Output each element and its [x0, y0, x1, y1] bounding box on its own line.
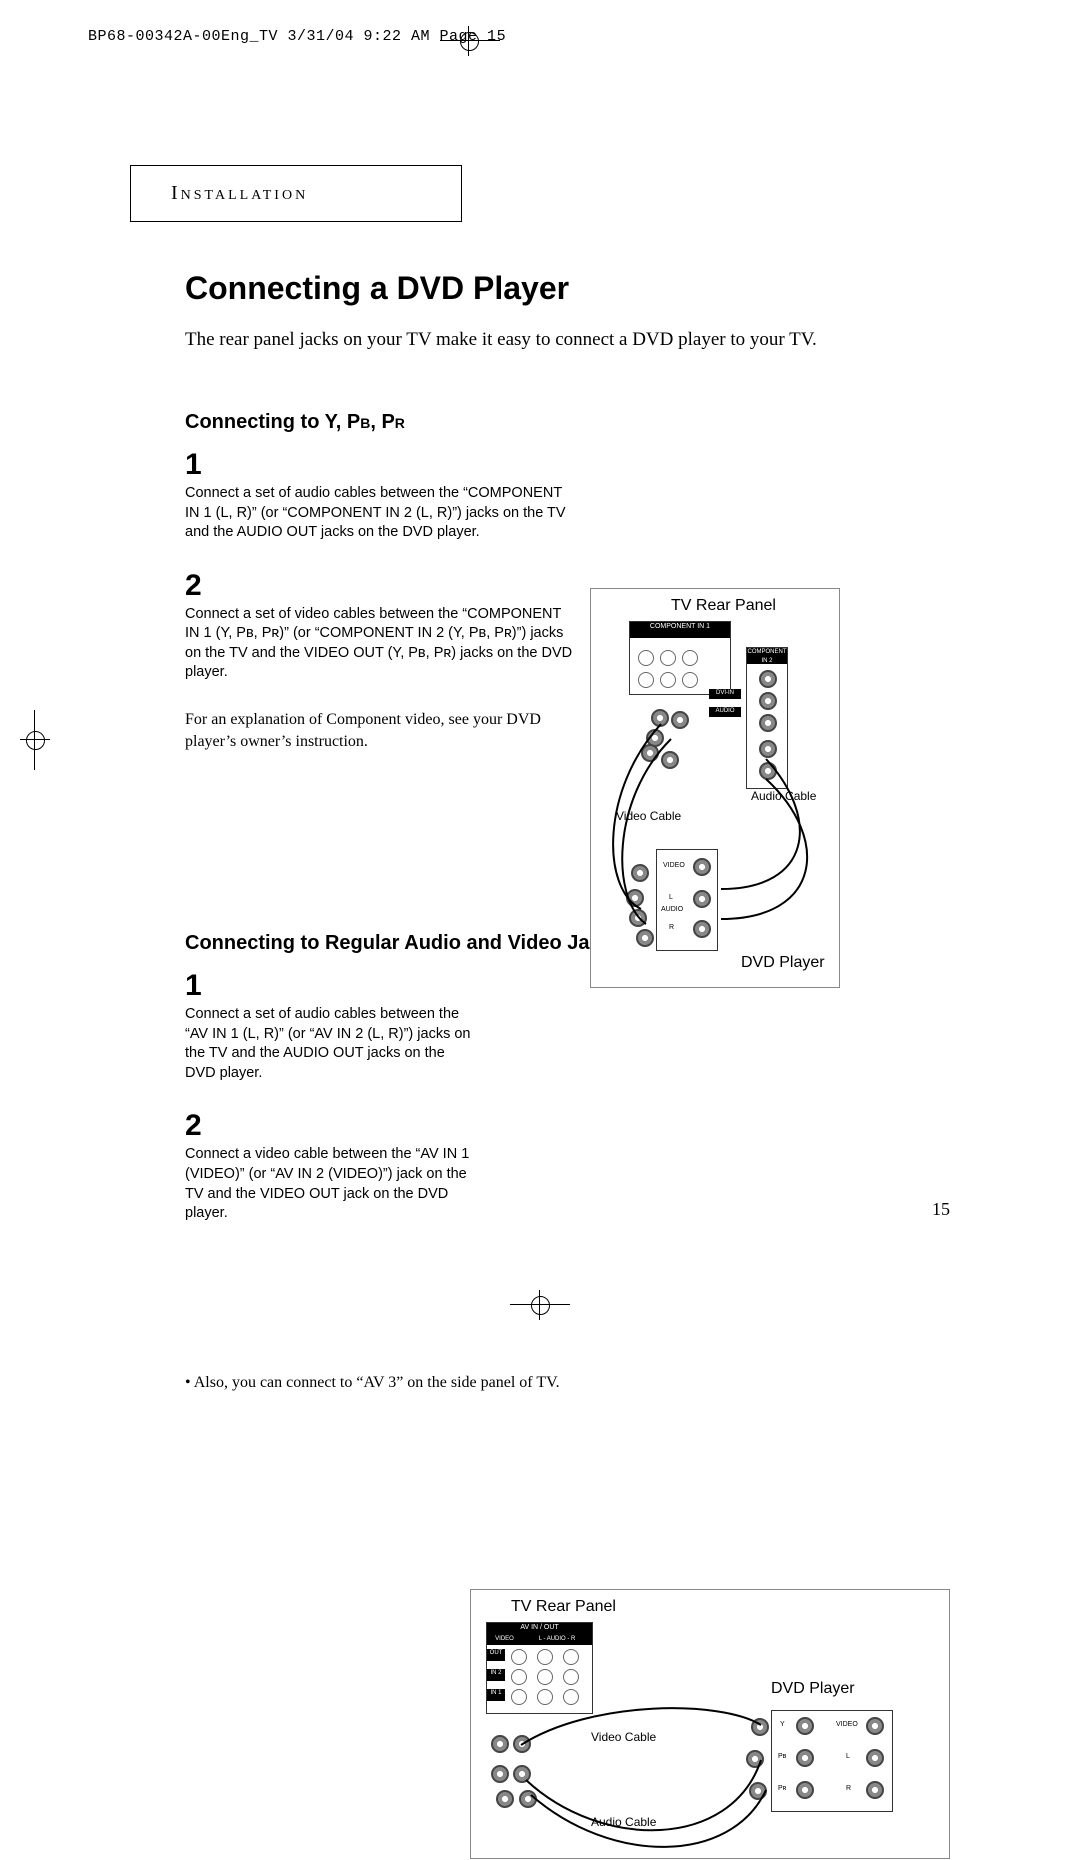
part2-step1-text: Connect a set of audio cables between th…: [185, 1005, 475, 1083]
section-box: Installation: [130, 165, 462, 222]
part1-step1-number: 1: [185, 448, 945, 482]
part1-step1-text: Connect a set of audio cables between th…: [185, 484, 575, 543]
diagram-av: TV Rear Panel AV IN / OUT VIDEO L - AUDI…: [470, 1589, 950, 1859]
part2-step1-number: 1: [185, 969, 945, 1003]
part1-body: TV Rear Panel COMPONENT IN 1 COMPONENT I…: [185, 448, 945, 752]
diag1-cables: [591, 589, 841, 989]
diagram-component: TV Rear Panel COMPONENT IN 1 COMPONENT I…: [590, 588, 840, 988]
part1-step2-text: Connect a set of video cables between th…: [185, 605, 575, 683]
part1-heading-pb: Pb: [347, 411, 370, 433]
intro-text: The rear panel jacks on your TV make it …: [185, 329, 945, 351]
page-number: 15: [932, 1199, 950, 1220]
registration-mark-left: [20, 710, 50, 770]
registration-mark-top: [440, 26, 500, 56]
section-label: Installation: [171, 182, 308, 205]
footnote: • Also, you can connect to “AV 3” on the…: [185, 1374, 945, 1392]
part1-heading-pr: Pr: [381, 411, 404, 433]
part1-heading-prefix: Connecting to Y,: [185, 411, 347, 433]
part2-step2-text: Connect a video cable between the “AV IN…: [185, 1145, 475, 1223]
page-title: Connecting a DVD Player: [185, 270, 945, 307]
part1-note: For an explanation of Component video, s…: [185, 709, 585, 752]
part1-heading: Connecting to Y, Pb, Pr: [185, 411, 945, 434]
part1-heading-sep: ,: [370, 411, 381, 433]
part2-body: TV Rear Panel AV IN / OUT VIDEO L - AUDI…: [185, 969, 945, 1224]
diag2-cables: [471, 1590, 951, 1860]
part2-step2-number: 2: [185, 1109, 945, 1143]
